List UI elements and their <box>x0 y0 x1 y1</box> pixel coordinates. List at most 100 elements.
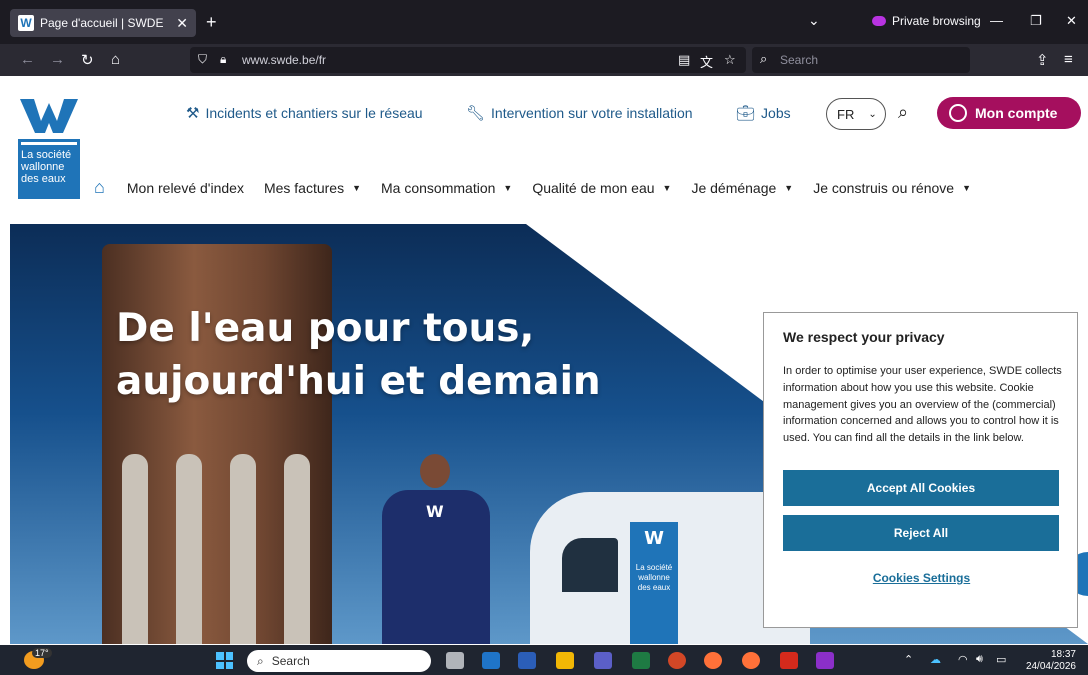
tower-arch <box>230 454 256 644</box>
tower-arch <box>284 454 310 644</box>
nav-item-water-quality[interactable]: Qualité de mon eau ▼ <box>532 180 671 196</box>
jobs-link[interactable]: 💼︎ Jobs <box>736 104 791 122</box>
browser-search-box[interactable]: ⌕ Search <box>752 47 970 73</box>
acrobat-icon[interactable] <box>780 652 798 669</box>
lock-icon[interactable]: 🔒︎ <box>220 52 226 67</box>
cookies-settings-link[interactable]: Cookies Settings <box>764 571 1079 585</box>
close-window-button[interactable]: ✕ <box>1066 13 1077 29</box>
firefox-icon[interactable] <box>704 652 722 669</box>
teams-icon[interactable] <box>594 652 612 669</box>
caret-down-icon: ▼ <box>662 182 672 193</box>
word-icon[interactable] <box>518 652 536 669</box>
shirt-logo: W <box>426 502 444 521</box>
file-explorer-icon[interactable] <box>556 652 574 669</box>
accept-all-cookies-button[interactable]: Accept All Cookies <box>783 470 1059 506</box>
windows-start-icon[interactable] <box>216 652 233 669</box>
home-icon[interactable]: ⌂ <box>111 51 120 68</box>
address-bar[interactable]: ⛉ 🔒︎ www.swde.be/fr ▤ 文 ☆ <box>190 47 746 73</box>
outlook-icon[interactable] <box>482 652 500 669</box>
van-window <box>562 538 618 592</box>
wrench-icon: 🔧︎ <box>466 105 486 122</box>
browser-tab-bar: W Page d'accueil | SWDE ✕ + ⌄ Private br… <box>0 0 1088 44</box>
back-arrow-icon[interactable]: ← <box>20 51 35 68</box>
taskbar-clock[interactable]: 18:37 24/04/2026 <box>1024 649 1076 673</box>
nav-label: Je construis ou rénove <box>813 179 955 196</box>
nav-label: Qualité de mon eau <box>532 179 655 196</box>
intervention-link-label: Intervention sur votre installation <box>491 105 693 121</box>
forward-arrow-icon[interactable]: → <box>50 51 65 68</box>
logo-line-2: wallonne <box>21 161 65 173</box>
site-search-icon[interactable]: ⌕ <box>898 102 908 123</box>
briefcase-icon: 💼︎ <box>736 105 756 122</box>
nav-item-building[interactable]: Je construis ou rénove ▼ <box>813 180 971 196</box>
show-hidden-icons-icon[interactable]: ⌃ <box>904 653 913 666</box>
cookie-consent-dialog: We respect your privacy In order to opti… <box>763 312 1078 628</box>
extensions-icon[interactable]: ⇪ <box>1036 51 1049 69</box>
swde-logo[interactable]: La société wallonne des eaux <box>18 95 80 200</box>
reject-all-cookies-button[interactable]: Reject All <box>783 515 1059 551</box>
hero-headline-line-1: De l'eau pour tous, <box>116 306 535 351</box>
url-text[interactable]: www.swde.be/fr <box>242 53 326 67</box>
browser-nav-bar: ← → ↻ ⌂ ⛉ 🔒︎ www.swde.be/fr ▤ 文 ☆ ⌕ Sear… <box>0 44 1088 76</box>
search-icon: ⌕ <box>257 653 264 668</box>
powerpoint-icon[interactable] <box>668 652 686 669</box>
private-browsing-indicator: Private browsing <box>872 14 981 28</box>
van-logo-text: La société wallonne des eaux <box>635 563 673 592</box>
nav-item-meter-reading[interactable]: Mon relevé d'index <box>127 180 244 196</box>
caret-down-icon: ▼ <box>962 182 971 193</box>
battery-icon[interactable]: ▭ <box>996 653 1006 666</box>
clock-date: 24/04/2026 <box>1025 661 1076 672</box>
nav-label: Mon relevé d'index <box>126 179 244 196</box>
translate-icon[interactable]: 文 <box>700 52 713 71</box>
caret-down-icon: ▼ <box>352 182 362 193</box>
firefox-alt-icon[interactable] <box>742 652 760 669</box>
tab-title: Page d'accueil | SWDE <box>40 16 164 30</box>
bookmark-star-icon[interactable]: ☆ <box>724 52 736 68</box>
firefox-private-icon[interactable] <box>816 652 834 669</box>
home-nav-icon[interactable]: ⌂ <box>94 177 105 198</box>
restore-window-button[interactable]: ❐ <box>1030 13 1042 29</box>
my-account-label: Mon compte <box>975 105 1058 121</box>
cookie-dialog-title: We respect your privacy <box>783 329 945 345</box>
logo-wordmark: La société wallonne des eaux <box>18 139 80 199</box>
tracking-shield-icon[interactable]: ⛉ <box>198 52 207 67</box>
nav-item-consumption[interactable]: Ma consommation ▼ <box>381 180 512 196</box>
nav-item-invoices[interactable]: Mes factures ▼ <box>264 180 361 196</box>
new-tab-button[interactable]: + <box>206 12 217 33</box>
nav-label: Mes factures <box>263 179 345 196</box>
worker-image: W <box>372 454 496 644</box>
incidents-link[interactable]: ⚒ Incidents et chantiers sur le réseau <box>186 104 423 122</box>
excel-icon[interactable] <box>632 652 650 669</box>
worker-icon: ⚒ <box>186 105 200 122</box>
logo-line-3: des eaux <box>21 173 66 185</box>
swde-w-logo-icon <box>20 99 78 133</box>
menu-icon[interactable]: ≡ <box>1064 51 1073 68</box>
weather-temperature: 17° <box>32 648 52 658</box>
browser-tab[interactable]: W Page d'accueil | SWDE ✕ <box>10 9 196 37</box>
clock-time: 18:37 <box>1050 649 1076 660</box>
my-account-button[interactable]: Mon compte <box>937 97 1081 129</box>
reader-view-icon[interactable]: ▤ <box>678 52 690 68</box>
hero-headline: De l'eau pour tous, aujourd'hui et demai… <box>116 302 601 408</box>
onedrive-icon[interactable]: ☁ <box>930 653 941 666</box>
nav-item-moving[interactable]: Je déménage ▼ <box>691 180 793 196</box>
minimize-window-button[interactable]: — <box>990 13 1003 28</box>
taskbar-search-box[interactable]: ⌕ Search <box>247 650 431 672</box>
language-select[interactable]: FR ⌄ <box>826 98 886 130</box>
logo-wave <box>21 142 77 145</box>
van-logo-stripe: W La société wallonne des eaux <box>630 522 678 644</box>
task-view-icon[interactable] <box>446 652 464 669</box>
intervention-link[interactable]: 🔧︎ Intervention sur votre installation <box>466 104 693 122</box>
reload-icon[interactable]: ↻ <box>81 51 94 69</box>
jobs-link-label: Jobs <box>761 105 791 121</box>
chevron-down-icon: ⌄ <box>868 108 877 120</box>
list-tabs-button[interactable]: ⌄ <box>808 12 820 29</box>
hero-headline-line-2: aujourd'hui et demain <box>116 359 601 404</box>
close-tab-icon[interactable]: ✕ <box>176 15 188 32</box>
windows-taskbar: 17° ⌕ Search ⌃ ☁ ◠ 🔊︎ ▭ 18:37 24/04/2026 <box>0 645 1088 675</box>
volume-icon[interactable]: 🔊︎ <box>976 653 983 666</box>
browser-search-placeholder: Search <box>780 53 819 67</box>
search-icon: ⌕ <box>760 51 768 66</box>
nav-label: Je déménage <box>691 179 777 196</box>
wifi-icon[interactable]: ◠ <box>958 653 968 666</box>
